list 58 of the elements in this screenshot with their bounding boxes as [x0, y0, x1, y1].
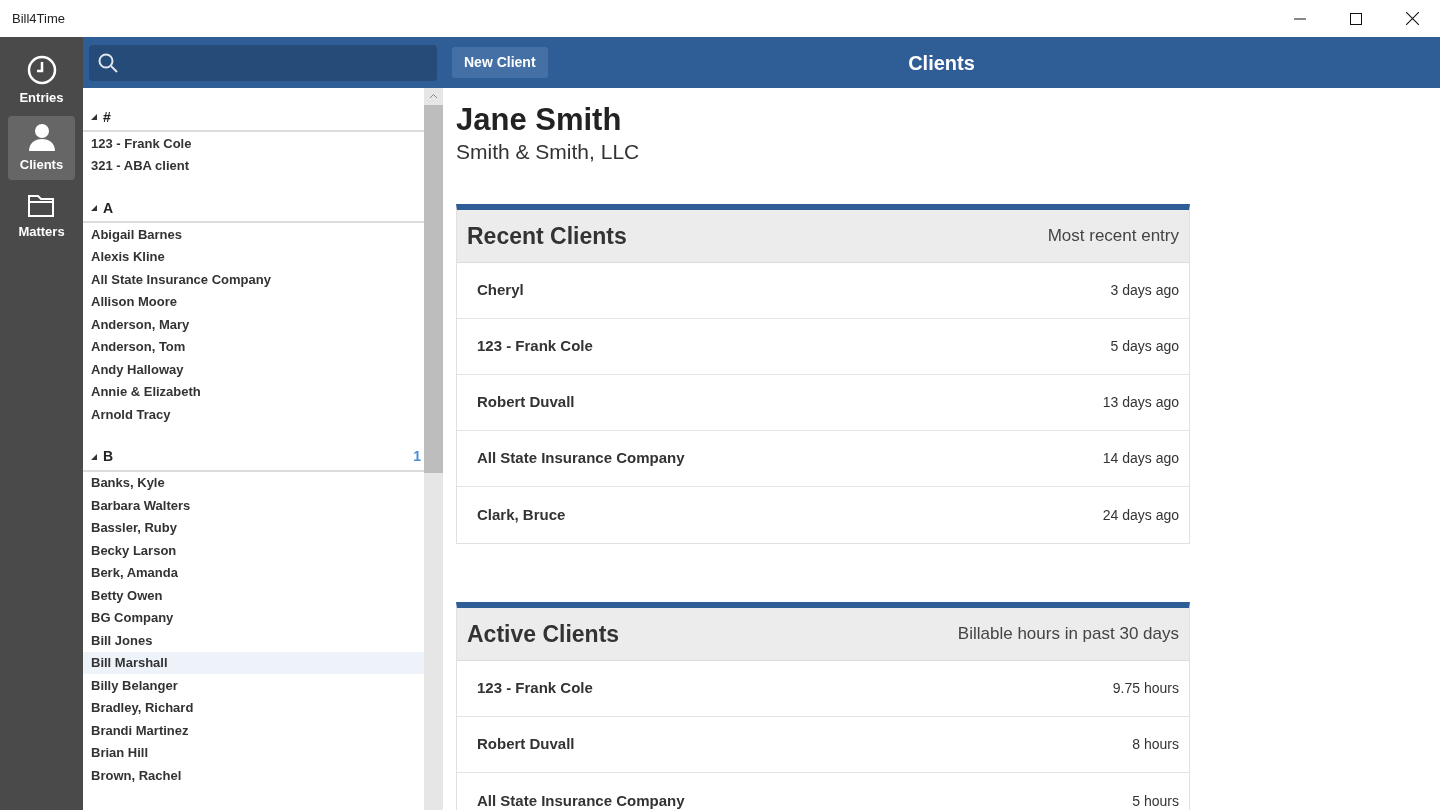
client-list-item[interactable]: Bill Marshall [83, 651, 424, 674]
card-subtitle: Billable hours in past 30 days [957, 623, 1179, 646]
client-list-item[interactable]: Brian Hill [83, 741, 424, 764]
search-field[interactable] [89, 44, 437, 81]
page-title: Clients [908, 50, 975, 76]
nav-item[interactable]: Entries [8, 49, 75, 113]
card-title: Active Clients [467, 619, 620, 649]
client-list-item[interactable]: Bradley, Richard [83, 696, 424, 719]
group-letter: B [103, 447, 114, 466]
client-row[interactable]: All State Insurance Company 5 hours [457, 773, 1189, 810]
client-list-item[interactable]: Brown, Rachel [83, 764, 424, 787]
card-subtitle: Most recent entry [1047, 225, 1179, 248]
card-title: Recent Clients [467, 221, 627, 251]
client-list-item[interactable]: Banks, Kyle [83, 471, 424, 494]
client-list-item[interactable]: Becky Larson [83, 539, 424, 562]
client-company: Smith & Smith, LLC [456, 139, 641, 165]
client-list-item[interactable]: Betty Owen [83, 584, 424, 607]
new-client-button[interactable]: New Client [452, 47, 548, 78]
nav-item[interactable]: Matters [8, 183, 75, 247]
client-list-item[interactable]: Bassler, Ruby [83, 516, 424, 539]
client-list-item[interactable]: Barbara Walters [83, 494, 424, 517]
client-row[interactable]: Robert Duvall 13 days ago [457, 375, 1189, 431]
client-list-item[interactable]: Abigail Barnes [83, 223, 424, 246]
client-row[interactable]: 123 - Frank Cole 9.75 hours [457, 661, 1189, 717]
client-list-item[interactable]: Anderson, Mary [83, 313, 424, 336]
client-list-item[interactable]: Billy Belanger [83, 674, 424, 697]
group-letter: # [103, 107, 111, 127]
client-list-item[interactable]: Bill Jones [83, 629, 424, 652]
client-row[interactable]: All State Insurance Company 14 days ago [457, 431, 1189, 487]
client-list-item[interactable]: Andy Halloway [83, 358, 424, 381]
client-list-item[interactable]: Allison Moore [83, 290, 424, 313]
client-list-item[interactable]: Annie & Elizabeth [83, 380, 424, 403]
client-list-item[interactable]: 123 - Frank Cole [83, 132, 424, 155]
client-row[interactable]: 123 - Frank Cole 5 days ago [457, 319, 1189, 375]
expand-icon[interactable] [91, 453, 97, 460]
client-list-item[interactable]: All State Insurance Company [83, 268, 424, 291]
scrollbar[interactable] [424, 88, 443, 810]
client-list-item[interactable]: Brandi Martinez [83, 719, 424, 742]
client-list-item[interactable]: Arnold Tracy [83, 403, 424, 426]
client-list-item[interactable]: 321 - ABA client [83, 154, 424, 177]
group-count: 1 [413, 447, 421, 466]
expand-icon[interactable] [91, 205, 97, 211]
client-list-item[interactable]: Alexis Kline [83, 245, 424, 268]
window-title: Bill4Time [12, 9, 65, 28]
client-row[interactable]: Robert Duvall 8 hours [457, 717, 1189, 773]
clock-icon [25, 54, 58, 87]
nav-item[interactable]: Clients [8, 116, 75, 180]
client-row[interactable]: Cheryl 3 days ago [457, 263, 1189, 319]
client-list-item[interactable]: BG Company [83, 606, 424, 629]
close-icon [1405, 12, 1419, 25]
client-list-item[interactable]: Berk, Amanda [83, 561, 424, 584]
client-list-item[interactable]: Anderson, Tom [83, 335, 424, 358]
group-letter: A [103, 198, 114, 218]
expand-icon[interactable] [91, 114, 97, 120]
search-icon [97, 51, 119, 74]
client-row[interactable]: Clark, Bruce 24 days ago [457, 487, 1189, 543]
maximize-icon [1350, 12, 1362, 25]
client-name: Jane Smith [456, 102, 623, 138]
